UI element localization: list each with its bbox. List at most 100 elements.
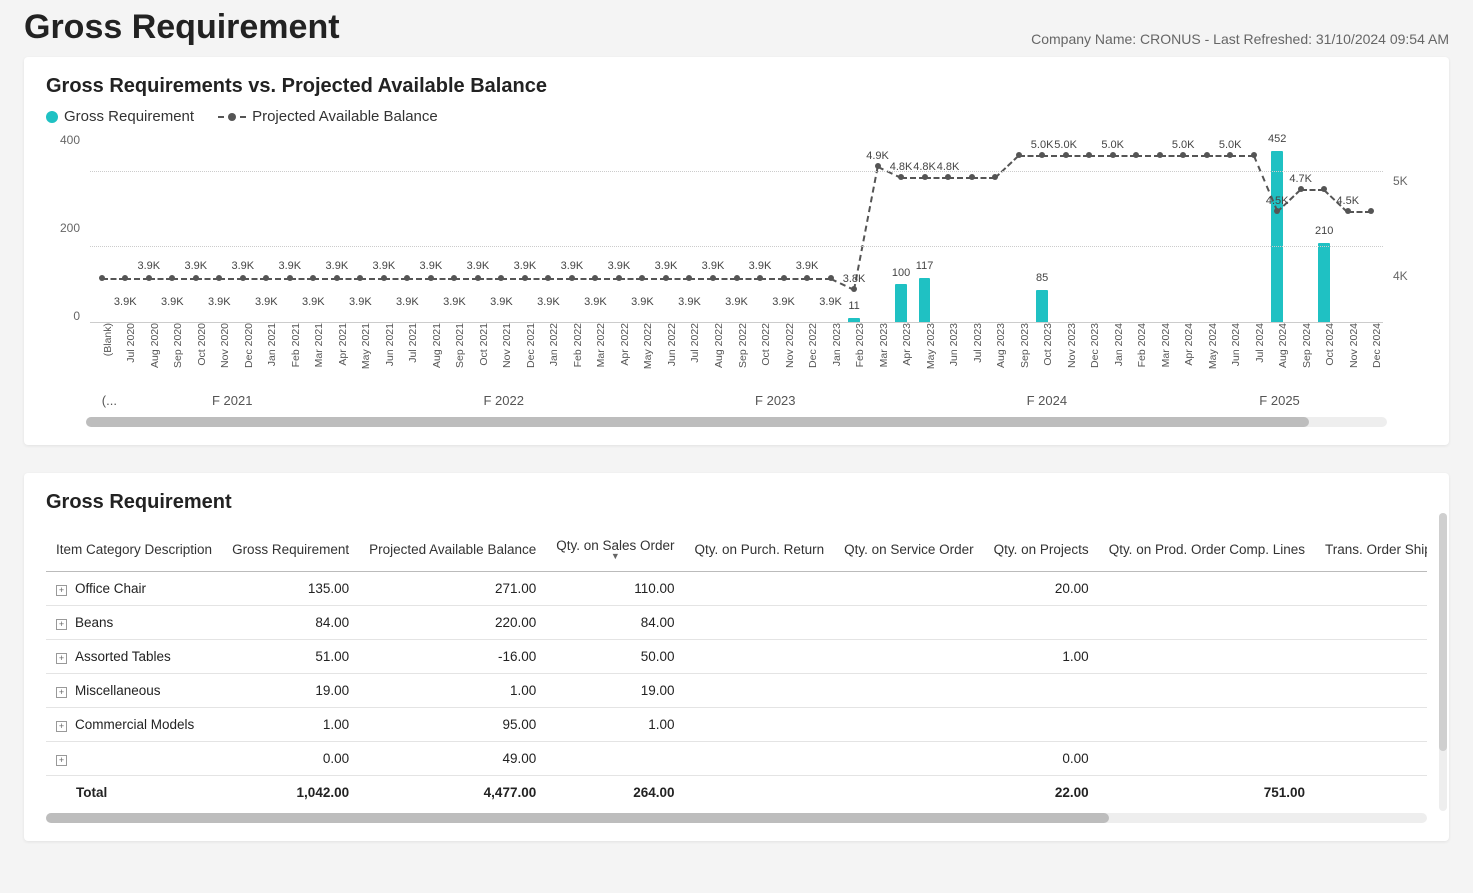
cell-comp-lines: [1099, 708, 1315, 742]
expand-icon[interactable]: +: [56, 687, 67, 698]
line-data-label: 3.9K: [655, 260, 678, 272]
table-horizontal-scrollbar[interactable]: [46, 813, 1427, 823]
cell-trans-order: [1315, 572, 1427, 606]
cell-description: +: [46, 742, 222, 776]
table-row[interactable]: +Assorted Tables51.00-16.0050.001.00: [46, 640, 1427, 674]
x-tick: Mar 2022: [595, 323, 607, 367]
cell-service-order: [834, 776, 984, 810]
x-tick: Jun 2024: [1230, 323, 1242, 366]
x-tick: Oct 2020: [196, 323, 208, 366]
legend-line-label: Projected Available Balance: [252, 108, 438, 125]
x-tick: Feb 2024: [1136, 323, 1148, 367]
expand-icon[interactable]: +: [56, 755, 67, 766]
table-row[interactable]: +Miscellaneous19.001.0019.00: [46, 674, 1427, 708]
cell-pab: 220.00: [359, 606, 546, 640]
cell-service-order: [834, 606, 984, 640]
x-tick: Sep 2021: [454, 323, 466, 368]
line-data-label: 3.9K: [678, 296, 701, 308]
x-tick: Nov 2021: [501, 323, 513, 368]
cell-gross-req: 1.00: [222, 708, 359, 742]
line-data-label: 3.9K: [749, 260, 772, 272]
scrollbar-thumb[interactable]: [86, 417, 1309, 427]
table-column-header[interactable]: Projected Available Balance: [359, 532, 546, 572]
table-column-header[interactable]: Gross Requirement: [222, 532, 359, 572]
x-tick: Aug 2021: [431, 323, 443, 368]
line-data-label: 5.0K: [1054, 139, 1077, 151]
cell-description: +Beans: [46, 606, 222, 640]
cell-purch-return: [685, 572, 835, 606]
line-data-label: 3.9K: [161, 296, 184, 308]
cell-sales-order: 50.00: [546, 640, 684, 674]
y-axis-left: 4002000: [46, 133, 86, 323]
cell-service-order: [834, 572, 984, 606]
scrollbar-thumb[interactable]: [1439, 513, 1447, 751]
legend-item-line[interactable]: Projected Available Balance: [218, 108, 438, 125]
line-data-label: 5.0K: [1031, 139, 1054, 151]
cell-comp-lines: [1099, 606, 1315, 640]
scrollbar-thumb[interactable]: [46, 813, 1109, 823]
x-tick: Aug 2023: [995, 323, 1007, 368]
x-tick: Aug 2020: [149, 323, 161, 368]
x-tick: Nov 2024: [1348, 323, 1360, 368]
x-tick: Dec 2022: [807, 323, 819, 368]
line-data-label: 3.9K: [302, 296, 325, 308]
table-column-header[interactable]: Qty. on Prod. Order Comp. Lines: [1099, 532, 1315, 572]
chart-plot-area[interactable]: 4002000 5K4K 11100117854522103.9K3.9K3.9…: [46, 133, 1427, 383]
x-tick: Jan 2024: [1113, 323, 1125, 366]
line-data-label: 3.9K: [208, 296, 231, 308]
cell-sales-order: [546, 742, 684, 776]
x-tick: Feb 2021: [290, 323, 302, 367]
y-axis-right: 5K4K: [1387, 133, 1427, 323]
table-vertical-scrollbar[interactable]: [1439, 513, 1447, 811]
x-tick: Nov 2022: [784, 323, 796, 368]
expand-icon[interactable]: +: [56, 619, 67, 630]
line-data-label: 3.9K: [349, 296, 372, 308]
table-column-header[interactable]: Item Category Description: [46, 532, 222, 572]
cell-projects: [984, 674, 1099, 708]
cell-gross-req: 84.00: [222, 606, 359, 640]
line-data-label: 4.7K: [1289, 173, 1312, 185]
chart-horizontal-scrollbar[interactable]: [86, 417, 1387, 427]
cell-description: +Assorted Tables: [46, 640, 222, 674]
table-row[interactable]: +0.0049.000.00: [46, 742, 1427, 776]
expand-icon[interactable]: +: [56, 721, 67, 732]
line-data-label: 3.9K: [584, 296, 607, 308]
line-data-label: 3.9K: [137, 260, 160, 272]
line-data-label: 4.9K: [866, 150, 889, 162]
legend-item-bar[interactable]: Gross Requirement: [46, 108, 194, 125]
expand-icon[interactable]: +: [56, 585, 67, 596]
line-data-label: 3.9K: [420, 260, 443, 272]
cell-pab: 95.00: [359, 708, 546, 742]
cell-gross-req: 51.00: [222, 640, 359, 674]
x-tick: Nov 2020: [219, 323, 231, 368]
line-data-label: 3.9K: [326, 260, 349, 272]
table-row[interactable]: +Beans84.00220.0084.00: [46, 606, 1427, 640]
cell-pab: 49.00: [359, 742, 546, 776]
cell-sales-order: 264.00: [546, 776, 684, 810]
cell-trans-order: [1315, 708, 1427, 742]
cell-sales-order: 110.00: [546, 572, 684, 606]
table-column-header[interactable]: Trans. Order Shipment (: [1315, 532, 1427, 572]
bar-data-label: 11: [848, 300, 859, 312]
line-data-label: 3.9K: [278, 260, 301, 272]
table-row[interactable]: +Office Chair135.00271.00110.0020.00: [46, 572, 1427, 606]
x-tick: Jun 2022: [666, 323, 678, 366]
x-tick: Mar 2021: [313, 323, 325, 367]
line-data-label: 5.0K: [1172, 139, 1195, 151]
expand-icon[interactable]: +: [56, 653, 67, 664]
x-tick: Oct 2023: [1042, 323, 1054, 366]
cell-description: +Miscellaneous: [46, 674, 222, 708]
legend-bar-label: Gross Requirement: [64, 108, 194, 125]
fiscal-year-labels: (...F 2021F 2022F 2023F 2024F 2025: [90, 393, 1383, 411]
cell-projects: 0.00: [984, 742, 1099, 776]
x-tick: Mar 2024: [1160, 323, 1172, 367]
table-row[interactable]: +Commercial Models1.0095.001.00: [46, 708, 1427, 742]
x-tick: Apr 2024: [1183, 323, 1195, 366]
table-scroll-region[interactable]: Item Category DescriptionGross Requireme…: [46, 524, 1427, 809]
table-column-header[interactable]: Qty. on Purch. Return: [685, 532, 835, 572]
cell-sales-order: 84.00: [546, 606, 684, 640]
cell-purch-return: [685, 606, 835, 640]
table-column-header[interactable]: Qty. on Sales Order▼: [546, 532, 684, 572]
table-column-header[interactable]: Qty. on Service Order: [834, 532, 984, 572]
table-column-header[interactable]: Qty. on Projects: [984, 532, 1099, 572]
